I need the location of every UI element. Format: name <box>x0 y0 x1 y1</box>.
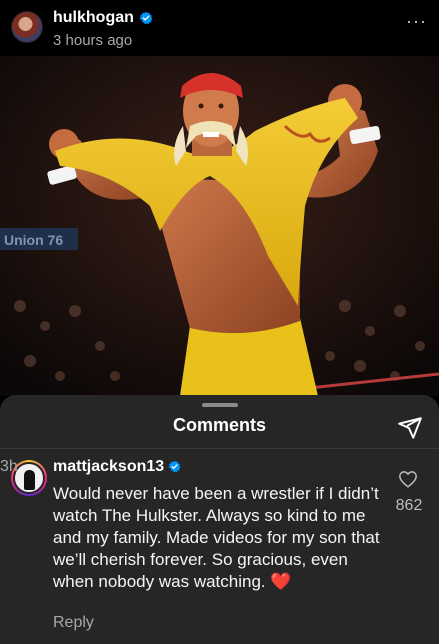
share-icon[interactable] <box>397 415 423 441</box>
post-author-username[interactable]: hulkhogan <box>53 9 134 27</box>
arena-banner-text: Union 76 <box>4 232 63 248</box>
comments-sheet: Comments mattjackson13 3h Would never ha… <box>0 395 439 644</box>
sheet-drag-handle[interactable] <box>202 403 238 407</box>
sheet-divider <box>0 448 439 449</box>
more-options-icon[interactable]: ··· <box>406 12 427 30</box>
like-count: 862 <box>395 497 423 514</box>
wrestler-photo-image: Union 76 <box>0 56 439 396</box>
comment-timestamp: 3h <box>0 458 18 475</box>
comment-body: Would never have been a wrestler if I di… <box>53 483 383 593</box>
verified-badge-icon <box>139 11 153 25</box>
post-photo[interactable]: Union 76 <box>0 56 439 396</box>
commenter-username[interactable]: mattjackson13 <box>53 458 164 476</box>
heart-outline-icon[interactable] <box>398 470 418 488</box>
post-author-avatar[interactable] <box>11 11 43 43</box>
comment-text: Would never have been a wrestler if I di… <box>53 484 380 591</box>
red-heart-emoji: ❤️ <box>270 572 292 591</box>
comments-title: Comments <box>172 415 266 435</box>
post-timestamp: 3 hours ago <box>53 32 133 49</box>
post-header: hulkhogan 3 hours ago ··· <box>0 0 439 56</box>
verified-badge-icon <box>168 460 181 473</box>
reply-button[interactable]: Reply <box>53 614 94 632</box>
